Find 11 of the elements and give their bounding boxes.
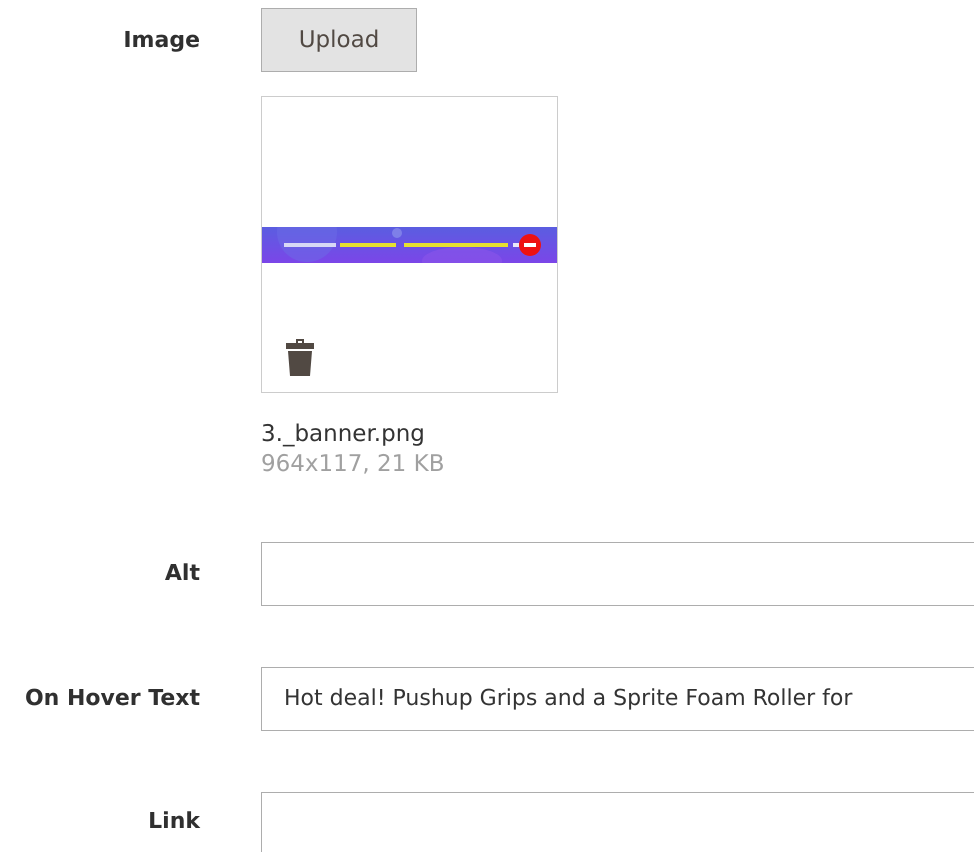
input-field[interactable]	[261, 792, 974, 852]
field-label: Image	[123, 27, 200, 55]
input-field[interactable]	[261, 542, 974, 606]
trash-icon[interactable]	[285, 338, 315, 376]
field-label: Alt	[164, 561, 200, 586]
file-details: 964x117, 21 KB	[261, 450, 446, 479]
file-name: 3._banner.png	[261, 421, 426, 449]
input-field[interactable]: Hot deal! Pushup Grips and a Sprite Foam Roller for	[261, 666, 974, 731]
field-label: On Hover Text	[24, 686, 200, 712]
field-label: Link	[148, 809, 200, 834]
upload-button[interactable]: Upload	[261, 8, 417, 72]
